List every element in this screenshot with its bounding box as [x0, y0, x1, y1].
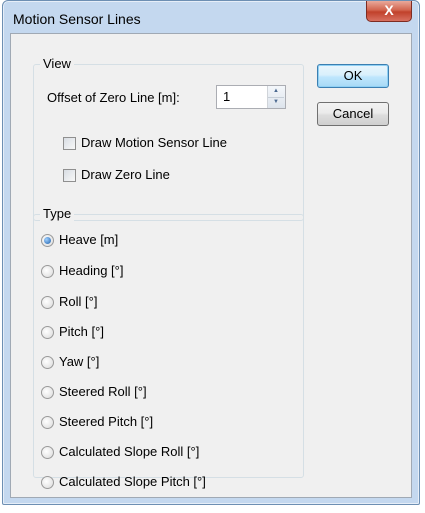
radio-button[interactable]: [41, 234, 54, 247]
radio-label: Yaw [°]: [59, 354, 100, 369]
radio-label: Calculated Slope Roll [°]: [59, 444, 200, 459]
radio-button[interactable]: [41, 386, 54, 399]
window-title: Motion Sensor Lines: [13, 11, 141, 27]
radio-label: Roll [°]: [59, 294, 98, 309]
radio-button[interactable]: [41, 476, 54, 489]
view-group-label: View: [40, 56, 74, 71]
offset-input[interactable]: 1: [223, 89, 230, 104]
radio-button[interactable]: [41, 296, 54, 309]
close-icon: X: [384, 2, 394, 18]
dialog-client-area: View Offset of Zero Line [m]: 1 ▲ ▼ Draw…: [10, 33, 412, 498]
radio-button[interactable]: [41, 416, 54, 429]
draw-zero-line-label: Draw Zero Line: [81, 167, 170, 182]
radio-button[interactable]: [41, 265, 54, 278]
checkbox-box[interactable]: [63, 169, 76, 182]
radio-label: Pitch [°]: [59, 324, 104, 339]
radio-label: Steered Pitch [°]: [59, 414, 154, 429]
radio-button[interactable]: [41, 356, 54, 369]
checkbox-box[interactable]: [63, 137, 76, 150]
radio-label: Calculated Slope Pitch [°]: [59, 474, 206, 489]
radio-label: Steered Roll [°]: [59, 384, 147, 399]
type-groupbox: Type: [33, 206, 304, 478]
cancel-button[interactable]: Cancel: [317, 102, 389, 126]
title-bar[interactable]: Motion Sensor Lines X: [3, 1, 419, 33]
radio-button[interactable]: [41, 446, 54, 459]
type-group-label: Type: [40, 206, 75, 221]
close-button[interactable]: X: [366, 1, 412, 22]
offset-spinbox[interactable]: 1 ▲ ▼: [216, 85, 286, 109]
dialog-window: Motion Sensor Lines X View Offset of Zer…: [2, 0, 420, 505]
offset-label: Offset of Zero Line [m]:: [47, 90, 180, 105]
radio-button[interactable]: [41, 326, 54, 339]
ok-button[interactable]: OK: [317, 64, 389, 88]
view-groupbox: View Offset of Zero Line [m]: 1 ▲ ▼ Draw…: [33, 56, 304, 221]
spin-buttons: ▲ ▼: [267, 86, 285, 108]
draw-motion-sensor-line-label: Draw Motion Sensor Line: [81, 135, 227, 150]
radio-label: Heave [m]: [59, 232, 119, 247]
chevron-down-icon[interactable]: ▼: [268, 97, 284, 108]
radio-label: Heading [°]: [59, 263, 124, 278]
